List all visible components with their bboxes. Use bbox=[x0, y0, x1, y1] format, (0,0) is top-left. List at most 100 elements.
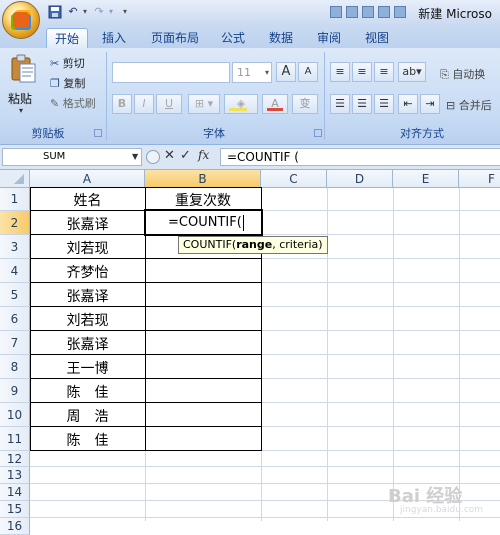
decrease-indent-icon: ⇤ bbox=[403, 97, 413, 110]
clipboard-group-label: 剪贴板 bbox=[31, 127, 65, 140]
borders-button[interactable]: ⊞ ▾ bbox=[188, 94, 220, 114]
orientation-button[interactable]: ab▾ bbox=[398, 62, 426, 82]
align-left-button[interactable]: ☰ bbox=[330, 94, 350, 114]
grow-font-button[interactable]: A bbox=[276, 62, 296, 82]
insert-function-icon[interactable]: fx bbox=[198, 148, 209, 162]
shrink-font-button[interactable]: A bbox=[298, 62, 318, 82]
tab-home[interactable]: 开始 bbox=[46, 28, 88, 50]
cell-a3[interactable]: 刘若现 bbox=[30, 238, 145, 258]
row-header-2[interactable]: 2 bbox=[0, 211, 30, 235]
column-header-c[interactable]: C bbox=[261, 170, 327, 188]
merge-center-icon: ⊟ bbox=[446, 99, 456, 112]
align-middle-button[interactable]: ≡ bbox=[352, 62, 372, 82]
name-box[interactable]: SUM bbox=[2, 148, 142, 166]
font-size-dropdown-icon[interactable]: ▾ bbox=[265, 63, 269, 82]
select-all-corner[interactable] bbox=[0, 170, 30, 188]
cell-a8[interactable]: 王一博 bbox=[30, 358, 145, 378]
row-header-14[interactable]: 14 bbox=[0, 484, 30, 501]
name-box-dropdown-icon[interactable]: ▼ bbox=[132, 152, 138, 161]
fill-color-button[interactable]: ◈ bbox=[224, 94, 258, 114]
cell-a7[interactable]: 张嘉译 bbox=[30, 334, 145, 354]
enter-icon[interactable]: ✓ bbox=[180, 148, 191, 163]
row-header-6[interactable]: 6 bbox=[0, 307, 30, 331]
column-header-a[interactable]: A bbox=[30, 170, 145, 188]
paste-button[interactable]: 粘贴 ▾ bbox=[6, 54, 40, 115]
bold-label: B bbox=[117, 97, 127, 110]
undo-dropdown-icon[interactable]: ▾ bbox=[78, 5, 92, 19]
active-cell-b2[interactable]: =COUNTIF( bbox=[144, 209, 263, 236]
customize-qat-icon[interactable]: ▾ bbox=[118, 5, 132, 19]
row-header-9[interactable]: 9 bbox=[0, 379, 30, 403]
tab-view[interactable]: 视图 bbox=[360, 28, 394, 48]
copy-button[interactable]: ❐ 复制 bbox=[50, 75, 85, 91]
tab-formulas[interactable]: 公式 bbox=[216, 28, 250, 48]
increase-indent-button[interactable]: ⇥ bbox=[420, 94, 440, 114]
office-logo-icon bbox=[13, 12, 29, 28]
row-header-10[interactable]: 10 bbox=[0, 403, 30, 427]
align-top-button[interactable]: ≡ bbox=[330, 62, 350, 82]
bold-button[interactable]: B bbox=[112, 94, 132, 114]
column-header-d[interactable]: D bbox=[327, 170, 393, 188]
row-header-15[interactable]: 15 bbox=[0, 501, 30, 518]
gridline bbox=[145, 451, 146, 521]
merge-center-label: 合并后 bbox=[458, 99, 492, 112]
tab-data[interactable]: 数据 bbox=[264, 28, 298, 48]
underline-button[interactable]: U bbox=[156, 94, 182, 114]
italic-button[interactable]: I bbox=[134, 94, 154, 114]
merge-center-button[interactable]: ⊟ 合并后 bbox=[446, 97, 492, 113]
paste-label: 粘贴 bbox=[8, 92, 33, 106]
row-header-12[interactable]: 12 bbox=[0, 451, 30, 467]
office-button[interactable] bbox=[2, 1, 40, 39]
tab-page-layout[interactable]: 页面布局 bbox=[146, 28, 204, 48]
font-size-field[interactable]: 11 ▾ bbox=[232, 62, 272, 83]
cell-a5[interactable]: 张嘉译 bbox=[30, 286, 145, 306]
font-size-value: 11 bbox=[237, 66, 251, 79]
align-center-button[interactable]: ☰ bbox=[352, 94, 372, 114]
cell-b1[interactable]: 重复次数 bbox=[145, 190, 261, 210]
tooltip-active-arg[interactable]: range bbox=[236, 238, 272, 251]
cell-a1[interactable]: 姓名 bbox=[30, 190, 145, 210]
table-row-divider bbox=[30, 258, 262, 259]
row-header-13[interactable]: 13 bbox=[0, 467, 30, 484]
redo-dropdown-icon[interactable]: ▾ bbox=[104, 5, 118, 19]
font-color-button[interactable]: A bbox=[262, 94, 288, 114]
cell-a6[interactable]: 刘若现 bbox=[30, 310, 145, 330]
cancel-icon[interactable]: ✕ bbox=[164, 148, 175, 163]
cut-button[interactable]: ✂ 剪切 bbox=[50, 55, 85, 71]
tooltip-remaining-args[interactable]: , criteria) bbox=[272, 238, 322, 251]
align-right-button[interactable]: ☰ bbox=[374, 94, 394, 114]
row-header-4[interactable]: 4 bbox=[0, 259, 30, 283]
function-arguments-tooltip[interactable]: COUNTIF(range, criteria) bbox=[178, 236, 328, 254]
row-header-11[interactable]: 11 bbox=[0, 427, 30, 451]
cell-a10[interactable]: 周 浩 bbox=[30, 406, 145, 426]
table-row-divider bbox=[30, 402, 262, 403]
cell-a2[interactable]: 张嘉译 bbox=[30, 214, 145, 234]
decrease-indent-button[interactable]: ⇤ bbox=[398, 94, 418, 114]
phonetic-button[interactable]: 变 bbox=[292, 94, 318, 114]
font-name-field[interactable] bbox=[112, 62, 230, 83]
wrap-text-icon: ⎘ bbox=[440, 68, 449, 81]
row-header-1[interactable]: 1 bbox=[0, 188, 30, 211]
clipboard-launcher-icon[interactable] bbox=[94, 129, 102, 137]
column-header-b[interactable]: B bbox=[145, 170, 261, 188]
cell-a11[interactable]: 陈 佳 bbox=[30, 430, 145, 450]
font-launcher-icon[interactable] bbox=[314, 129, 322, 137]
column-header-e[interactable]: E bbox=[393, 170, 459, 188]
wrap-text-button[interactable]: ⎘ 自动换 bbox=[440, 66, 485, 82]
formula-input[interactable]: =COUNTIF ( bbox=[220, 148, 500, 166]
cell-a9[interactable]: 陈 佳 bbox=[30, 382, 145, 402]
format-painter-button[interactable]: ✎ 格式刷 bbox=[50, 95, 96, 111]
align-bottom-icon: ≡ bbox=[379, 65, 389, 78]
column-header-f[interactable]: F bbox=[459, 170, 500, 188]
align-bottom-button[interactable]: ≡ bbox=[374, 62, 394, 82]
formula-bar-handle-icon[interactable] bbox=[146, 150, 160, 164]
save-icon[interactable] bbox=[48, 5, 62, 19]
paste-dropdown-icon[interactable]: ▾ bbox=[19, 106, 23, 115]
row-header-7[interactable]: 7 bbox=[0, 331, 30, 355]
tab-review[interactable]: 审阅 bbox=[312, 28, 346, 48]
row-header-5[interactable]: 5 bbox=[0, 283, 30, 307]
row-header-3[interactable]: 3 bbox=[0, 235, 30, 259]
cell-a4[interactable]: 齐梦怡 bbox=[30, 262, 145, 282]
tab-insert[interactable]: 插入 bbox=[96, 28, 132, 48]
row-header-8[interactable]: 8 bbox=[0, 355, 30, 379]
